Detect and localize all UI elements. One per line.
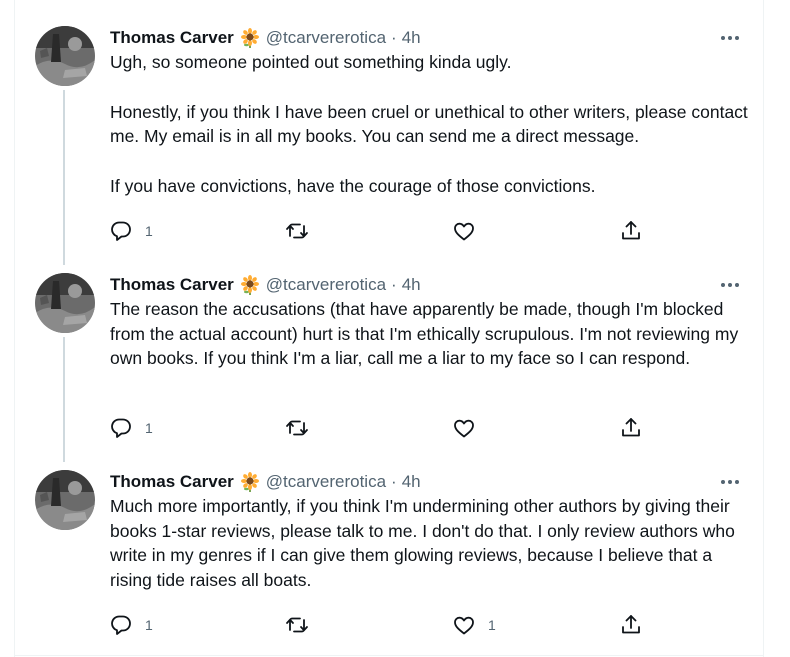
reply-icon [109,219,133,243]
sunflower-icon [240,472,260,492]
tweet-actions: 1 [105,216,665,246]
share-icon [619,613,643,637]
tweet-text: Much more importantly, if you think I'm … [110,494,750,592]
reply-button[interactable]: 1 [109,216,153,246]
avatar[interactable] [35,470,95,530]
like-button[interactable] [452,413,488,443]
like-button[interactable] [452,216,488,246]
author-name[interactable]: Thomas Carver [110,28,234,48]
share-icon [619,416,643,440]
author-name[interactable]: Thomas Carver [110,472,234,492]
avatar[interactable] [35,26,95,86]
retweet-button[interactable] [285,216,321,246]
heart-icon [452,219,476,243]
tweet[interactable]: Thomas Carver @tcarvererotica · 4h Ugh, … [15,26,763,256]
separator-dot: · [391,28,397,47]
reply-count: 1 [145,420,153,436]
tweet-paragraph: Honestly, if you think I have been cruel… [110,101,748,147]
retweet-icon [285,416,309,440]
share-icon [619,219,643,243]
retweet-button[interactable] [285,413,321,443]
tweet-header: Thomas Carver @tcarvererotica · 4h [110,26,421,50]
reply-icon [109,613,133,637]
reply-button[interactable]: 1 [109,610,153,640]
heart-icon [452,613,476,637]
share-button[interactable] [619,413,643,443]
like-count: 1 [488,617,496,633]
share-button[interactable] [619,610,643,640]
timestamp[interactable]: 4h [402,275,421,295]
tweet-header: Thomas Carver @tcarvererotica · 4h [110,470,421,494]
heart-icon [452,416,476,440]
share-button[interactable] [619,216,643,246]
timestamp[interactable]: 4h [402,28,421,48]
author-handle[interactable]: @tcarvererotica [266,28,386,48]
tweet-paragraph: The reason the accusations (that have ap… [110,299,739,368]
timestamp[interactable]: 4h [402,472,421,492]
tweet-paragraph: Much more importantly, if you think I'm … [110,496,735,590]
reply-count: 1 [145,223,153,239]
author-handle[interactable]: @tcarvererotica [266,275,386,295]
more-options-button[interactable] [712,275,748,295]
sunflower-icon [240,28,260,48]
author-handle[interactable]: @tcarvererotica [266,472,386,492]
author-name[interactable]: Thomas Carver [110,275,234,295]
sunflower-icon [240,275,260,295]
timeline-border-bottom [14,655,764,656]
timeline-border-right [763,0,764,657]
tweet-text: Ugh, so someone pointed out something ki… [110,50,750,198]
tweet-actions: 1 [105,413,665,443]
tweet-text: The reason the accusations (that have ap… [110,297,750,371]
separator-dot: · [391,275,397,294]
tweet-paragraph: Ugh, so someone pointed out something ki… [110,52,512,72]
retweet-icon [285,219,309,243]
tweet-actions: 1 1 [105,610,665,640]
tweet[interactable]: Thomas Carver @tcarvererotica · 4h Much … [15,470,763,650]
reply-button[interactable]: 1 [109,413,153,443]
retweet-button[interactable] [285,610,321,640]
reply-icon [109,416,133,440]
more-options-button[interactable] [712,28,748,48]
like-button[interactable]: 1 [452,610,496,640]
avatar[interactable] [35,273,95,333]
tweet[interactable]: Thomas Carver @tcarvererotica · 4h The r… [15,273,763,453]
reply-count: 1 [145,617,153,633]
more-options-button[interactable] [712,472,748,492]
separator-dot: · [391,472,397,491]
retweet-icon [285,613,309,637]
tweet-paragraph: If you have convictions, have the courag… [110,175,596,196]
tweet-header: Thomas Carver @tcarvererotica · 4h [110,273,421,297]
